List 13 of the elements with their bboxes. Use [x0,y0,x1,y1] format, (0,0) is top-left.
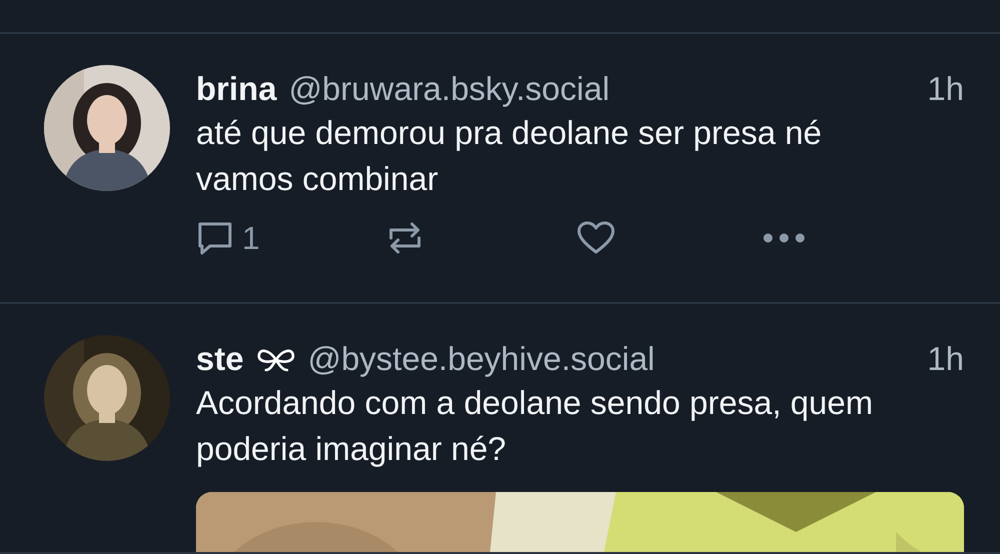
user-handle[interactable]: @bystee.beyhive.social [308,340,916,378]
user-handle[interactable]: @bruwara.bsky.social [288,70,916,108]
display-name[interactable]: ste [196,340,244,378]
display-name[interactable]: brina [196,70,277,108]
post-text: até que demorou pra deolane ser presa né vamos combinar [196,113,823,199]
reply-button[interactable]: 1 [196,220,386,256]
heart-icon [576,220,616,256]
post-time: 1h [927,70,964,108]
post-text: Acordando com a deolane sendo presa, quem poderia imaginar né? [196,383,874,469]
more-button[interactable] [762,232,806,244]
more-icon [762,232,806,244]
post-time: 1h [927,340,964,378]
comment-icon [196,220,234,256]
